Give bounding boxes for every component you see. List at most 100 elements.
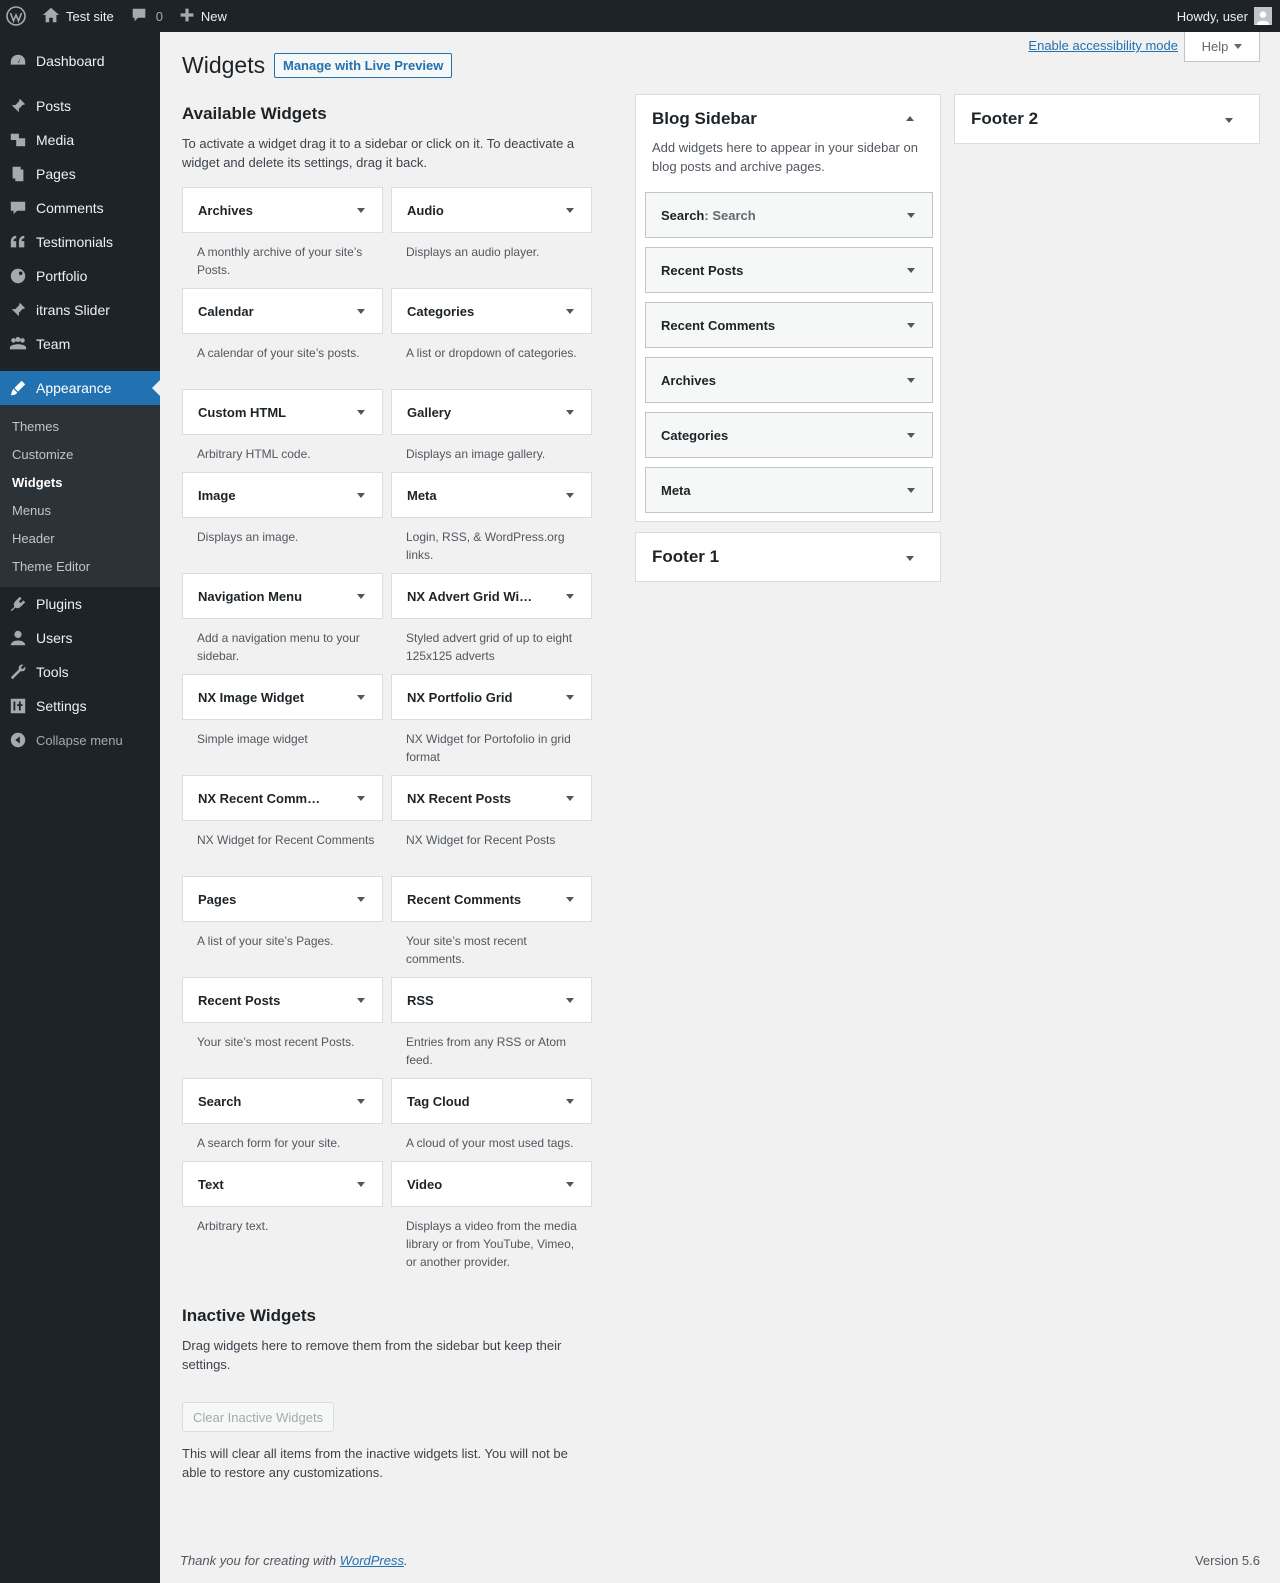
sidebar-widget[interactable]: Categories [645, 412, 933, 458]
available-widget[interactable]: Audio [391, 187, 592, 233]
live-preview-button[interactable]: Manage with Live Preview [274, 53, 453, 78]
caret-down-icon[interactable] [907, 488, 915, 493]
widget-description: Login, RSS, & WordPress.org links. [406, 530, 565, 562]
menu-item-testimonials[interactable]: Testimonials [0, 225, 160, 259]
caret-down-icon[interactable] [907, 213, 915, 218]
available-widget[interactable]: Navigation Menu [182, 573, 383, 619]
plugin-icon [8, 594, 28, 614]
caret-down-icon[interactable] [907, 433, 915, 438]
menu-item-itrans-slider[interactable]: itrans Slider [0, 293, 160, 327]
available-widget[interactable]: Image [182, 472, 383, 518]
menu-item-pages[interactable]: Pages [0, 157, 160, 191]
menu-item-users[interactable]: Users [0, 621, 160, 655]
available-widget[interactable]: Pages [182, 876, 383, 922]
caret-down-icon[interactable] [1225, 118, 1233, 123]
submenu-item-theme-editor[interactable]: Theme Editor [0, 552, 160, 580]
caret-down-icon[interactable] [357, 594, 365, 599]
wordpress-logo-icon[interactable] [0, 0, 34, 32]
caret-down-icon[interactable] [357, 998, 365, 1003]
caret-down-icon[interactable] [566, 410, 574, 415]
available-widget[interactable]: NX Recent Comm… [182, 775, 383, 821]
available-widget[interactable]: Meta [391, 472, 592, 518]
help-button[interactable]: Help [1184, 32, 1260, 62]
sidebar-widget[interactable]: Meta [645, 467, 933, 513]
available-widget[interactable]: NX Portfolio Grid [391, 674, 592, 720]
collapse-menu-button[interactable]: Collapse menu [0, 723, 160, 757]
sidebar-widget[interactable]: Search: Search [645, 192, 933, 238]
sidebar-widget[interactable]: Archives [645, 357, 933, 403]
menu-item-portfolio[interactable]: Portfolio [0, 259, 160, 293]
submenu-item-widgets[interactable]: Widgets [0, 468, 160, 496]
available-widget[interactable]: NX Image Widget [182, 674, 383, 720]
caret-down-icon[interactable] [566, 309, 574, 314]
caret-down-icon[interactable] [907, 268, 915, 273]
site-name: Test site [66, 8, 114, 24]
caret-down-icon[interactable] [907, 378, 915, 383]
new-content-link[interactable]: New [171, 0, 235, 32]
caret-down-icon[interactable] [566, 493, 574, 498]
available-widget[interactable]: NX Advert Grid Wi… [391, 573, 592, 619]
available-widget[interactable]: Categories [391, 288, 592, 334]
sidebar-widget[interactable]: Recent Comments [645, 302, 933, 348]
menu-item-settings[interactable]: Settings [0, 689, 160, 723]
menu-item-comments[interactable]: Comments [0, 191, 160, 225]
caret-down-icon[interactable] [357, 1099, 365, 1104]
menu-item-appearance[interactable]: Appearance [0, 371, 160, 405]
caret-down-icon[interactable] [566, 998, 574, 1003]
sidebar-widget[interactable]: Recent Posts [645, 247, 933, 293]
caret-down-icon[interactable] [566, 1182, 574, 1187]
caret-down-icon[interactable] [566, 796, 574, 801]
wordpress-link[interactable]: WordPress [340, 1553, 404, 1568]
available-widget[interactable]: Custom HTML [182, 389, 383, 435]
submenu-item-menus[interactable]: Menus [0, 496, 160, 524]
menu-item-tools[interactable]: Tools [0, 655, 160, 689]
available-widget[interactable]: Archives [182, 187, 383, 233]
caret-down-icon[interactable] [566, 897, 574, 902]
site-name-link[interactable]: Test site [34, 0, 122, 32]
menu-item-posts[interactable]: Posts [0, 89, 160, 123]
available-widget[interactable]: RSS [391, 977, 592, 1023]
my-account-link[interactable]: Howdy, user [1169, 0, 1280, 32]
caret-down-icon[interactable] [357, 695, 365, 700]
footer-2-sidebar[interactable]: Footer 2 [954, 94, 1260, 144]
available-widget[interactable]: Search [182, 1078, 383, 1124]
menu-item-media[interactable]: Media [0, 123, 160, 157]
available-widget[interactable]: Tag Cloud [391, 1078, 592, 1124]
available-widget[interactable]: Recent Posts [182, 977, 383, 1023]
available-widget[interactable]: Calendar [182, 288, 383, 334]
widget-title: NX Recent Comm… [198, 790, 321, 806]
caret-down-icon[interactable] [357, 1182, 365, 1187]
menu-item-plugins[interactable]: Plugins [0, 587, 160, 621]
menu-label: Comments [36, 200, 104, 216]
available-widget[interactable]: Gallery [391, 389, 592, 435]
caret-down-icon[interactable] [566, 695, 574, 700]
accessibility-mode-link[interactable]: Enable accessibility mode [1028, 38, 1178, 53]
available-widget[interactable]: Text [182, 1161, 383, 1207]
caret-down-icon[interactable] [566, 594, 574, 599]
available-widget[interactable]: Recent Comments [391, 876, 592, 922]
caret-up-icon[interactable] [906, 116, 914, 121]
menu-item-dashboard[interactable]: Dashboard [0, 44, 160, 78]
caret-down-icon[interactable] [357, 309, 365, 314]
caret-down-icon[interactable] [907, 323, 915, 328]
caret-down-icon[interactable] [566, 1099, 574, 1104]
clear-inactive-widgets-button[interactable]: Clear Inactive Widgets [182, 1402, 335, 1432]
available-widget[interactable]: Video [391, 1161, 592, 1207]
widget-description: Displays an audio player. [406, 245, 540, 259]
menu-item-team[interactable]: Team [0, 327, 160, 361]
widget-title: Search [661, 207, 705, 223]
comments-link[interactable]: 0 [122, 0, 171, 32]
caret-down-icon[interactable] [357, 796, 365, 801]
submenu-item-themes[interactable]: Themes [0, 412, 160, 440]
submenu-item-header[interactable]: Header [0, 524, 160, 552]
caret-down-icon[interactable] [906, 556, 914, 561]
submenu-item-customize[interactable]: Customize [0, 440, 160, 468]
blog-sidebar-title[interactable]: Blog Sidebar [652, 109, 757, 129]
available-widget[interactable]: NX Recent Posts [391, 775, 592, 821]
caret-down-icon[interactable] [357, 410, 365, 415]
footer-1-sidebar[interactable]: Footer 1 [635, 532, 941, 582]
caret-down-icon[interactable] [357, 208, 365, 213]
caret-down-icon[interactable] [566, 208, 574, 213]
caret-down-icon[interactable] [357, 897, 365, 902]
caret-down-icon[interactable] [357, 493, 365, 498]
